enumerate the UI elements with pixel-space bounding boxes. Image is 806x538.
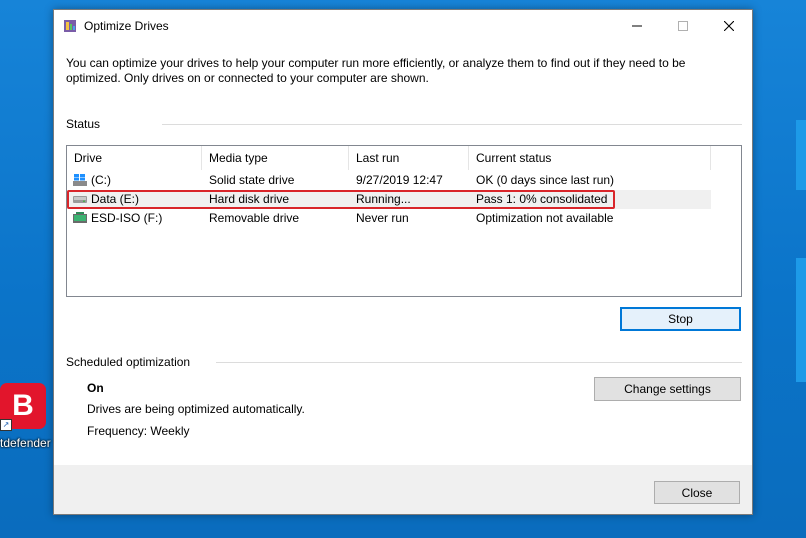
desktop-edge-tile [796,258,806,382]
window-content: You can optimize your drives to help you… [54,42,752,465]
desktop-edge-tile [796,120,806,190]
schedule-description: Drives are being optimized automatically… [87,402,305,416]
column-header-media-type[interactable]: Media type [202,146,349,170]
media-type: Solid state drive [209,173,295,187]
close-icon [724,21,734,31]
drive-name: ESD-ISO (F:) [91,211,163,225]
change-settings-button[interactable]: Change settings [594,377,741,401]
bitdefender-letter: B [12,389,34,422]
column-header-current-status[interactable]: Current status [469,146,711,170]
maximize-icon [678,21,688,31]
table-row[interactable]: (C:) Solid state drive 9/27/2019 12:47 O… [67,171,711,190]
scheduled-group-label: Scheduled optimization [66,355,197,369]
bitdefender-shortcut-label: tdefender [0,436,51,450]
drive-name: (C:) [91,173,111,187]
removable-drive-icon [73,212,87,223]
minimize-button[interactable] [614,10,660,42]
last-run: Never run [356,211,409,225]
media-type: Removable drive [209,211,300,225]
table-row-selected[interactable]: Data (E:) Hard disk drive Running... Pas… [67,190,711,209]
last-run: 9/27/2019 12:47 [356,173,443,187]
minimize-icon [632,25,642,27]
schedule-frequency: Frequency: Weekly [87,424,190,438]
dialog-footer: Close [54,465,752,514]
status-group-label: Status [66,117,107,131]
column-header-last-run[interactable]: Last run [349,146,469,170]
window-title: Optimize Drives [84,19,169,33]
status-divider [162,124,742,125]
close-window-button[interactable] [706,10,752,42]
current-status: Optimization not available [476,211,614,225]
intro-text: You can optimize your drives to help you… [66,56,686,85]
shortcut-arrow-icon: ↗ [0,419,12,431]
highlight-annotation [67,190,615,209]
maximize-button[interactable] [660,10,706,42]
scheduled-divider [216,362,742,363]
title-bar[interactable]: Optimize Drives [54,10,752,42]
stop-button[interactable]: Stop [620,307,741,331]
table-row[interactable]: ESD-ISO (F:) Removable drive Never run O… [67,209,711,228]
schedule-state: On [87,381,104,395]
close-button[interactable]: Close [654,481,740,504]
optimize-drives-app-icon [64,20,76,32]
optimize-drives-window: Optimize Drives You can optimize your dr… [53,9,753,515]
windows-drive-icon [73,174,87,186]
current-status: OK (0 days since last run) [476,173,615,187]
drive-list[interactable]: Drive Media type Last run Current status… [66,145,742,297]
column-header-drive[interactable]: Drive [67,146,202,170]
